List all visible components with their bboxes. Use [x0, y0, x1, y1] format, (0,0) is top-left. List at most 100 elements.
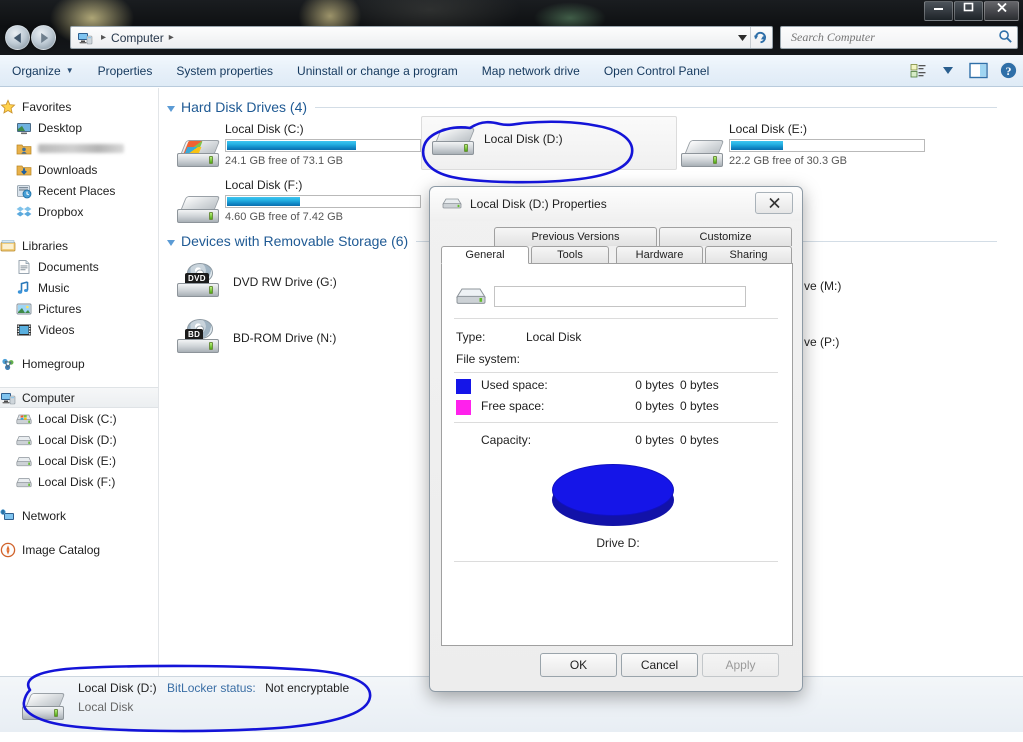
sidebar-item-documents[interactable]: Documents — [0, 256, 158, 277]
tab-tools[interactable]: Tools — [531, 246, 609, 264]
view-chevron-down-icon[interactable] — [933, 55, 963, 87]
collapse-triangle-icon — [167, 105, 175, 112]
capacity-bar-fill — [731, 141, 783, 150]
hdd-icon — [456, 284, 486, 311]
sidebar-label: Downloads — [38, 162, 98, 177]
forward-button[interactable] — [31, 25, 56, 50]
sidebar-item-image-catalog[interactable]: Image Catalog — [0, 539, 158, 560]
sidebar-label: Libraries — [22, 238, 69, 253]
sidebar-item-downloads[interactable]: Downloads — [0, 159, 158, 180]
search-input[interactable] — [789, 29, 998, 46]
navigation-sidebar: Favorites Desktop Downloads Recent Place… — [0, 88, 158, 676]
maximize-button[interactable] — [954, 1, 983, 21]
refresh-icon[interactable] — [750, 27, 770, 48]
homegroup-icon — [0, 356, 16, 372]
legend-swatch-free-space — [456, 400, 471, 415]
legend-swatch-used-space — [456, 379, 471, 394]
sidebar-item-desktop[interactable]: Desktop — [0, 117, 158, 138]
drive-tile-bd-rom-n[interactable]: BD BD-ROM Drive (N:) — [171, 316, 421, 364]
sidebar-item-local-disk-c[interactable]: Local Disk (C:) — [0, 408, 158, 429]
command-organize-label: Organize — [12, 63, 61, 78]
dialog-close-button[interactable] — [755, 192, 793, 214]
sidebar-item-videos[interactable]: Videos — [0, 319, 158, 340]
command-uninstall-or-change-a-program[interactable]: Uninstall or change a program — [285, 55, 470, 87]
computer-icon — [77, 30, 93, 46]
sidebar-item-local-disk-f[interactable]: Local Disk (F:) — [0, 471, 158, 492]
sidebar-item-recent-places[interactable]: Recent Places — [0, 180, 158, 201]
sidebar-label: Image Catalog — [22, 542, 101, 557]
cancel-button-label: Cancel — [640, 658, 679, 672]
tab-previous-versions[interactable]: Previous Versions — [494, 227, 657, 246]
window-title-bar: ▸ Computer ▸ — [0, 0, 1023, 55]
capacity-bar — [225, 139, 421, 152]
sidebar-item-local-disk-d[interactable]: Local Disk (D:) — [0, 429, 158, 450]
command-properties[interactable]: Properties — [86, 55, 165, 87]
command-bar: Organize ▼ Properties System properties … — [0, 55, 1023, 87]
drive-name: Local Disk (E:) — [729, 122, 808, 136]
drive-free-space: 22.2 GB free of 30.3 GB — [729, 155, 848, 167]
chevron-down-icon: ▼ — [65, 66, 74, 75]
drive-tile-local-disk-d[interactable]: Local Disk (D:) — [421, 116, 677, 170]
ok-button[interactable]: OK — [540, 653, 617, 677]
volume-label-input[interactable] — [494, 285, 746, 307]
sidebar-item-computer[interactable]: Computer — [0, 387, 158, 408]
sidebar-item-libraries[interactable]: Libraries — [0, 235, 158, 256]
pie-chart-label: Drive D: — [596, 536, 640, 550]
sidebar-item-local-disk-e[interactable]: Local Disk (E:) — [0, 450, 158, 471]
status-bar-primary-line: Local Disk (D:) BitLocker status: Not en… — [78, 681, 349, 695]
breadcrumb-separator-2[interactable]: ▸ — [164, 32, 179, 43]
tab-label: Tools — [557, 249, 583, 261]
capacity-value-2: 0 bytes — [680, 433, 719, 447]
sidebar-item-dropbox[interactable]: Dropbox — [0, 201, 158, 222]
drive-tile-local-disk-e[interactable]: Local Disk (E:) 22.2 GB free of 30.3 GB — [675, 120, 935, 180]
drive-free-space: 24.1 GB free of 73.1 GB — [225, 155, 344, 167]
tab-customize[interactable]: Customize — [659, 227, 792, 246]
cancel-button[interactable]: Cancel — [621, 653, 698, 677]
command-open-control-panel[interactable]: Open Control Panel — [592, 55, 721, 87]
back-button[interactable] — [5, 25, 30, 50]
command-properties-label: Properties — [97, 63, 153, 78]
close-button[interactable] — [984, 1, 1019, 21]
sidebar-item-user-folder[interactable] — [0, 138, 158, 159]
tab-label: Hardware — [635, 249, 684, 261]
sidebar-label: Dropbox — [38, 204, 84, 219]
command-system-properties[interactable]: System properties — [164, 55, 285, 87]
chevron-down-icon[interactable] — [734, 27, 750, 48]
group-header-hard-disk-drives[interactable]: Hard Disk Drives (4) — [167, 99, 997, 115]
sidebar-label: Favorites — [22, 99, 72, 114]
command-organize[interactable]: Organize ▼ — [0, 55, 86, 87]
drive-tile-local-disk-c[interactable]: Local Disk (C:) 24.1 GB free of 73.1 GB — [171, 120, 431, 180]
command-map-network-drive[interactable]: Map network drive — [470, 55, 592, 87]
properties-dialog: Local Disk (D:) Properties Previous Vers… — [429, 186, 803, 692]
drive-tile-local-disk-f[interactable]: Local Disk (F:) 4.60 GB free of 7.42 GB — [171, 176, 431, 236]
field-type-label: Type: — [456, 330, 486, 344]
sidebar-item-pictures[interactable]: Pictures — [0, 298, 158, 319]
breadcrumb-computer[interactable]: Computer — [111, 31, 164, 45]
view-list-icon[interactable] — [903, 55, 933, 87]
help-icon[interactable]: ? — [993, 55, 1023, 87]
sidebar-item-favorites[interactable]: Favorites — [0, 96, 158, 117]
sidebar-item-music[interactable]: Music — [0, 277, 158, 298]
star-icon — [0, 98, 16, 115]
sidebar-item-network[interactable]: Network — [0, 505, 158, 526]
preview-pane-icon[interactable] — [963, 55, 993, 87]
apply-button[interactable]: Apply — [702, 653, 779, 677]
tab-hardware[interactable]: Hardware — [616, 246, 703, 264]
drive-tile-dvd-rw-g[interactable]: DVD DVD RW Drive (G:) — [171, 260, 421, 308]
sidebar-item-homegroup[interactable]: Homegroup — [0, 353, 158, 374]
address-bar[interactable]: ▸ Computer ▸ — [70, 26, 773, 49]
hdd-icon — [442, 195, 462, 214]
window-controls — [923, 1, 1019, 21]
image-catalog-icon — [0, 542, 16, 558]
search-icon[interactable] — [998, 29, 1013, 47]
drive-tile-occluded-p[interactable]: ve (P:) — [804, 335, 839, 349]
videos-icon — [16, 322, 32, 338]
tab-general[interactable]: General — [441, 246, 529, 264]
group-title: Hard Disk Drives (4) — [181, 99, 308, 115]
search-box[interactable] — [780, 26, 1018, 49]
minimize-button[interactable] — [924, 1, 953, 21]
tab-sharing[interactable]: Sharing — [705, 246, 792, 264]
drive-tile-occluded-m[interactable]: ve (M:) — [804, 279, 841, 293]
